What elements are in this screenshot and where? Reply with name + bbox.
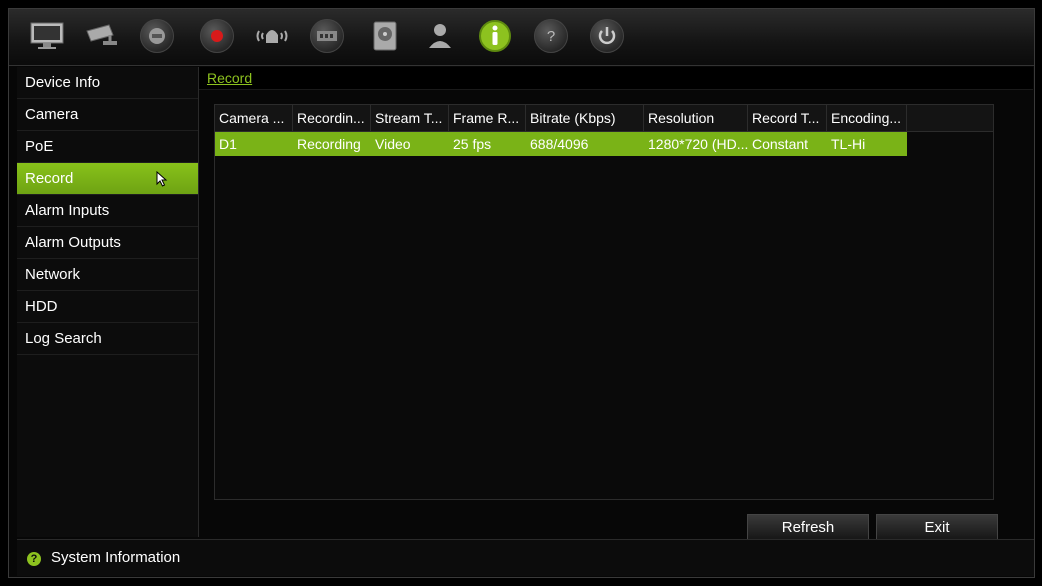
sidebar-menu: Device Info Camera PoE Record Alarm Inpu…: [17, 67, 199, 537]
column-header-encoding[interactable]: Encoding...: [827, 105, 907, 131]
network-icon[interactable]: [307, 16, 347, 56]
sidebar-item-label: Alarm Outputs: [25, 234, 121, 251]
sidebar-item-hdd[interactable]: HDD: [17, 291, 198, 323]
exit-button[interactable]: Exit: [876, 514, 998, 542]
status-text: System Information: [51, 549, 181, 566]
info-icon[interactable]: [475, 16, 515, 56]
ptz-dome-icon[interactable]: [137, 16, 177, 56]
status-bar: ? System Information: [17, 539, 1034, 576]
sidebar-item-alarm-inputs[interactable]: Alarm Inputs: [17, 195, 198, 227]
column-header-recording[interactable]: Recordin...: [293, 105, 371, 131]
cell-recording: Recording: [297, 136, 361, 152]
cell-camera: D1: [219, 136, 237, 152]
table-row[interactable]: D1 Recording Video 25 fps 688/4096 1280*…: [215, 132, 907, 156]
cell-frame-rate: 25 fps: [453, 136, 492, 152]
sidebar-item-camera[interactable]: Camera: [17, 99, 198, 131]
sidebar-item-device-info[interactable]: Device Info: [17, 67, 198, 99]
column-header-bitrate[interactable]: Bitrate (Kbps): [526, 105, 644, 131]
cell-record-type: Constant: [752, 136, 809, 152]
cell-bitrate: 688/4096: [530, 136, 589, 152]
user-icon[interactable]: [420, 16, 460, 56]
cell-encoding: TL-Hi: [831, 136, 866, 152]
cell-stream-type: Video: [375, 136, 411, 152]
sidebar-item-record[interactable]: Record: [17, 163, 198, 195]
sidebar-item-log-search[interactable]: Log Search: [17, 323, 198, 355]
sidebar-item-alarm-outputs[interactable]: Alarm Outputs: [17, 227, 198, 259]
sidebar-item-poe[interactable]: PoE: [17, 131, 198, 163]
power-icon[interactable]: [587, 16, 627, 56]
camera-icon[interactable]: [82, 16, 122, 56]
help-icon[interactable]: ?: [531, 16, 571, 56]
table-header-row: Camera ... Recordin... Stream T... Frame…: [215, 105, 993, 132]
alarm-icon[interactable]: [252, 16, 292, 56]
breadcrumb: Record: [199, 67, 1033, 90]
sidebar-item-label: Record: [25, 170, 74, 187]
monitor-icon[interactable]: [27, 16, 67, 56]
breadcrumb-record-tab[interactable]: Record: [207, 70, 252, 86]
sidebar-item-label: Alarm Inputs: [25, 202, 110, 219]
column-header-record-type[interactable]: Record T...: [748, 105, 827, 131]
record-status-table: Camera ... Recordin... Stream T... Frame…: [214, 104, 994, 500]
column-header-resolution[interactable]: Resolution: [644, 105, 748, 131]
column-header-camera[interactable]: Camera ...: [215, 105, 293, 131]
column-header-stream-type[interactable]: Stream T...: [371, 105, 449, 131]
mouse-cursor-icon: [156, 171, 168, 187]
sidebar-item-label: Network: [25, 266, 81, 283]
svg-text:?: ?: [547, 28, 555, 45]
main-panel: Record Camera ... Recordin... Stream T..…: [199, 67, 1034, 542]
sidebar-item-label: PoE: [25, 138, 54, 155]
sidebar-item-label: Camera: [25, 106, 79, 123]
help-circle-icon: ?: [27, 552, 41, 566]
sidebar-item-label: Log Search: [25, 330, 102, 347]
sidebar-item-label: Device Info: [25, 74, 101, 91]
sidebar-item-network[interactable]: Network: [17, 259, 198, 291]
hdd-icon[interactable]: [365, 16, 405, 56]
record-icon[interactable]: [197, 16, 237, 56]
top-toolbar: ?: [9, 9, 1034, 66]
column-header-frame-rate[interactable]: Frame R...: [449, 105, 526, 131]
sidebar-item-label: HDD: [25, 298, 58, 315]
app-window: ? Device Info Camera PoE Record Alarm In…: [8, 8, 1035, 578]
refresh-button[interactable]: Refresh: [747, 514, 869, 542]
cell-resolution: 1280*720 (HD...: [648, 136, 748, 152]
